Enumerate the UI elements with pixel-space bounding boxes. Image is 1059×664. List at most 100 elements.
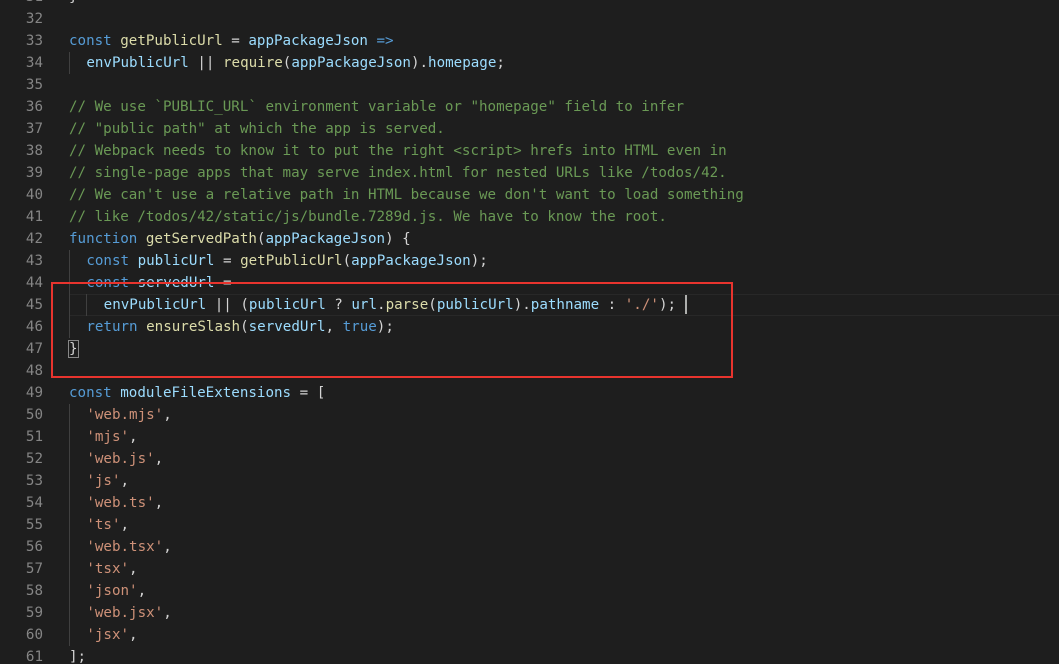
token-keyword: true	[342, 319, 377, 335]
token-punctuation: ,	[129, 627, 138, 643]
token-identifier: envPublicUrl	[103, 297, 207, 313]
token-keyword: =>	[376, 33, 394, 49]
token-punctuation: ).	[410, 55, 429, 71]
token-punctuation: ,	[120, 473, 130, 489]
code-line[interactable]: 60 'jsx',	[0, 624, 1059, 646]
code-line[interactable]: 38 // Webpack needs to know it to put the…	[0, 140, 1059, 162]
code-text: 'web.mjs',	[86, 404, 171, 426]
line-number: 47	[25, 341, 43, 357]
token-identifier: servedUrl	[137, 275, 215, 291]
code-line[interactable]: 55 'ts',	[0, 514, 1059, 536]
line-number: 42	[25, 231, 43, 247]
token-string-literal: 'tsx'	[86, 561, 130, 577]
token-function-name: ensureSlash	[146, 319, 241, 335]
indent-guide	[69, 294, 70, 316]
code-text: }	[69, 0, 78, 8]
code-line[interactable]: 57 'tsx',	[0, 558, 1059, 580]
code-editor[interactable]: 31} 32 33 const getPublicUrl = appPackageJs…	[0, 0, 1059, 664]
indent-guide	[69, 316, 70, 338]
line-number: 52	[25, 451, 43, 467]
token-comment: // "public path" at which the app is ser…	[69, 121, 445, 137]
code-line[interactable]: 52 'web.js',	[0, 448, 1059, 470]
indent-guide	[69, 404, 70, 426]
line-number: 39	[25, 165, 43, 181]
code-line[interactable]: 36 // We use `PUBLIC_URL` environment var…	[0, 96, 1059, 118]
code-text: const servedUrl =	[86, 272, 231, 294]
indent-guide	[69, 448, 70, 470]
line-number: 53	[25, 473, 43, 489]
code-line[interactable]: 46 return ensureSlash(servedUrl, true);	[0, 316, 1059, 338]
code-text: }	[68, 338, 79, 360]
code-line[interactable]: 54 'web.ts',	[0, 492, 1059, 514]
code-text: const publicUrl = getPublicUrl(appPackag…	[86, 250, 487, 272]
code-line[interactable]: 43 const publicUrl = getPublicUrl(appPack…	[0, 250, 1059, 272]
token-function-name: getPublicUrl	[120, 33, 223, 49]
code-line[interactable]: 53 'js',	[0, 470, 1059, 492]
code-line[interactable]: 40 // We can't use a relative path in HTM…	[0, 184, 1059, 206]
line-number: 46	[25, 319, 43, 335]
token-string-literal: 'web.tsx'	[86, 539, 164, 555]
code-line[interactable]: 45 envPublicUrl || (publicUrl ? url.parse…	[0, 294, 1059, 316]
code-text: 'tsx',	[86, 558, 137, 580]
token-identifier: publicUrl	[248, 297, 326, 313]
token-punctuation: =	[222, 33, 249, 49]
code-line[interactable]: 48	[0, 360, 1059, 382]
code-line[interactable]: 41 // like /todos/42/static/js/bundle.728…	[0, 206, 1059, 228]
code-line[interactable]: 35	[0, 74, 1059, 96]
code-line[interactable]: 59 'web.jsx',	[0, 602, 1059, 624]
line-number: 38	[25, 143, 43, 159]
code-text: 'jsx',	[86, 624, 137, 646]
indent-guide	[69, 624, 70, 646]
code-line[interactable]: 51 'mjs',	[0, 426, 1059, 448]
token-punctuation: ?	[325, 297, 352, 313]
token-function-name: parse	[385, 297, 429, 313]
token-keyword: const	[86, 275, 138, 291]
code-line[interactable]: 32	[0, 8, 1059, 30]
token-string-literal: 'web.jsx'	[86, 605, 164, 621]
code-line[interactable]: 33 const getPublicUrl = appPackageJson =>	[0, 30, 1059, 52]
code-line[interactable]: 50 'web.mjs',	[0, 404, 1059, 426]
line-number: 60	[25, 627, 43, 643]
line-number: 44	[25, 275, 43, 291]
text-cursor	[684, 295, 687, 314]
code-line[interactable]: 37 // "public path" at which the app is s…	[0, 118, 1059, 140]
code-line[interactable]: 61];	[0, 646, 1059, 664]
token-punctuation: );	[470, 253, 488, 269]
code-line[interactable]: 44 const servedUrl =	[0, 272, 1059, 294]
token-punctuation: ,	[163, 539, 172, 555]
code-text: 'mjs',	[86, 426, 137, 448]
code-line[interactable]: 56 'web.tsx',	[0, 536, 1059, 558]
code-line[interactable]: 31}	[0, 0, 1059, 8]
indent-guide	[86, 294, 88, 316]
token-identifier: appPackageJson	[265, 231, 386, 247]
line-number: 37	[25, 121, 43, 137]
token-keyword: const	[69, 385, 121, 401]
code-line[interactable]: 42 function getServedPath(appPackageJson)…	[0, 228, 1059, 250]
code-text: return ensureSlash(servedUrl, true);	[86, 316, 394, 338]
code-text: const moduleFileExtensions = [	[69, 382, 325, 404]
code-text: // "public path" at which the app is ser…	[69, 118, 445, 140]
code-line[interactable]: 34 envPublicUrl || require(appPackageJson…	[0, 52, 1059, 74]
token-punctuation: || (	[206, 297, 249, 313]
token-comment: // single-page apps that may serve index…	[69, 165, 727, 181]
code-line[interactable]: 39 // single-page apps that may serve ind…	[0, 162, 1059, 184]
token-identifier: homepage	[428, 55, 497, 71]
token-function-name: getServedPath	[145, 231, 257, 247]
token-punctuation: ,	[137, 583, 147, 599]
code-line[interactable]: 58 'json',	[0, 580, 1059, 602]
token-punctuation: }	[68, 340, 79, 358]
token-punctuation: ];	[69, 649, 87, 664]
token-string-literal: 'json'	[86, 583, 138, 599]
token-string-literal: 'web.ts'	[86, 495, 155, 511]
code-text: 'web.js',	[86, 448, 163, 470]
token-punctuation: .	[377, 297, 386, 313]
indent-guide	[69, 514, 70, 536]
indent-guide	[69, 250, 70, 272]
token-string-literal: 'web.js'	[86, 451, 155, 467]
token-string-literal: 'ts'	[86, 517, 121, 533]
line-number: 43	[25, 253, 43, 269]
indent-guide	[69, 426, 70, 448]
code-line[interactable]: 47}	[0, 338, 1059, 360]
code-line[interactable]: 49 const moduleFileExtensions = [	[0, 382, 1059, 404]
code-text: 'web.tsx',	[86, 536, 171, 558]
